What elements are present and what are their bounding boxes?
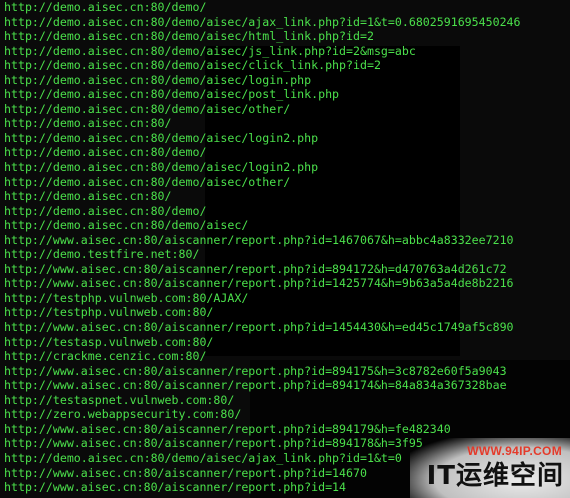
terminal-output-line: http://crackme.cenzic.com:80/ (4, 349, 207, 364)
watermark: WWW.94IP.COM IT运维空间 (400, 420, 570, 498)
terminal-output-line: http://demo.aisec.cn:80/demo/aisec/click… (4, 58, 381, 73)
terminal-output-line: http://demo.aisec.cn:80/demo/aisec/login… (4, 130, 319, 145)
terminal-output-line: http://www.aisec.cn:80/aiscanner/report.… (4, 320, 514, 335)
terminal-output-line: http://demo.aisec.cn:80/demo/aisec/post_… (4, 87, 340, 102)
terminal-output-line: http://demo.aisec.cn:80/demo/aisec/js_li… (4, 43, 416, 58)
terminal-output-line: http://testaspnet.vulnweb.com:80/ (4, 392, 235, 407)
terminal-output-line: http://www.aisec.cn:80/aiscanner/report.… (4, 261, 507, 276)
terminal-output-line: http://demo.aisec.cn:80/demo/ (4, 203, 207, 218)
terminal-output-line: http://demo.aisec.cn:80/demo/aisec/login… (4, 72, 312, 87)
terminal-output-line: http://demo.aisec.cn:80/demo/aisec/ajax_… (4, 14, 521, 29)
terminal-output-line: http://demo.testfire.net:80/ (4, 247, 200, 262)
terminal-output-line: http://www.aisec.cn:80/aiscanner/report.… (4, 232, 514, 247)
terminal-output-line: http://www.aisec.cn:80/aiscanner/report.… (4, 378, 507, 393)
terminal-output-line: http://demo.aisec.cn:80/demo/ (4, 0, 207, 14)
terminal-output-line: http://testphp.vulnweb.com:80/ (4, 305, 214, 320)
terminal-output-line: http://demo.aisec.cn:80/demo/aisec/other… (4, 101, 291, 116)
terminal-output-line: http://demo.aisec.cn:80/ (4, 189, 172, 204)
terminal-output-line: http://demo.aisec.cn:80/demo/aisec/ (4, 218, 249, 233)
terminal-output-line: http://demo.aisec.cn:80/demo/ (4, 145, 207, 160)
terminal-output-line: http://demo.aisec.cn:80/demo/aisec/login… (4, 160, 319, 175)
terminal-output-line: http://demo.aisec.cn:80/demo/aisec/other… (4, 174, 291, 189)
terminal-output-line: http://www.aisec.cn:80/aiscanner/report.… (4, 363, 507, 378)
terminal-output-line: http://www.aisec.cn:80/aiscanner/report.… (4, 276, 514, 291)
watermark-brand: IT运维空间 (426, 461, 564, 491)
terminal-output-line: http://demo.aisec.cn:80/demo/aisec/html_… (4, 29, 374, 44)
terminal-output-line: http://demo.aisec.cn:80/ (4, 116, 172, 131)
terminal-output-line: http://testasp.vulnweb.com:80/ (4, 334, 214, 349)
terminal-output-line: http://testphp.vulnweb.com:80/AJAX/ (4, 290, 249, 305)
